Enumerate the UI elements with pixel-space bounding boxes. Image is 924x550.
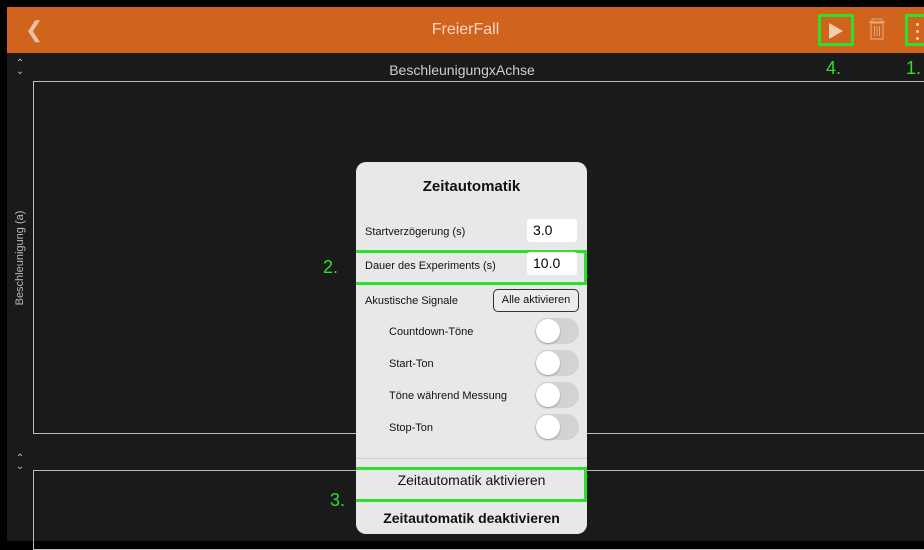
- divider: [356, 458, 587, 459]
- annotation-marker-3: 3.: [330, 490, 346, 510]
- toggle-label-countdown: Countdown-Töne: [389, 326, 474, 338]
- timer-popover: Zeitautomatik Startverzögerung (s) 3.0 D…: [356, 162, 587, 534]
- page-title: FreierFall: [431, 21, 500, 38]
- toggle-label-stop: Stop-Ton: [389, 422, 434, 434]
- enable-all-button[interactable]: Alle aktivieren: [493, 289, 579, 312]
- acoustic-signals-label: Akustische Signale: [365, 295, 458, 307]
- collapse-toggle-icon-2[interactable]: ⌃ ⌄: [13, 454, 27, 472]
- trash-icon: [869, 18, 885, 40]
- during-measurement-toggle[interactable]: [535, 382, 579, 408]
- toggle-label-during: Töne während Messung: [389, 390, 508, 402]
- stop-tone-toggle[interactable]: [535, 414, 579, 440]
- start-delay-label: Startverzögerung (s): [365, 226, 466, 238]
- activate-timer-button[interactable]: Zeitautomatik aktivieren: [356, 472, 587, 488]
- duration-label: Dauer des Experiments (s): [365, 260, 496, 272]
- annotation-marker-2: 2.: [323, 257, 339, 277]
- more-vertical-icon: [916, 23, 919, 26]
- navigation-bar: ❮ FreierFall: [7, 7, 924, 53]
- more-menu-button[interactable]: [905, 14, 924, 46]
- toggle-label-start: Start-Ton: [389, 358, 434, 370]
- delete-button[interactable]: [869, 18, 885, 45]
- countdown-toggle[interactable]: [535, 318, 579, 344]
- deactivate-timer-button[interactable]: Zeitautomatik deaktivieren: [356, 510, 587, 526]
- duration-field[interactable]: 10.0: [527, 252, 577, 275]
- y-axis-label: Beschleunigung (a): [14, 210, 26, 306]
- graph-title: BeschleunigungxAchse: [389, 62, 535, 78]
- play-button[interactable]: [818, 14, 854, 46]
- play-icon: [829, 23, 843, 39]
- popover-title: Zeitautomatik: [422, 178, 521, 195]
- start-delay-field[interactable]: 3.0: [527, 219, 577, 242]
- start-tone-toggle[interactable]: [535, 350, 579, 376]
